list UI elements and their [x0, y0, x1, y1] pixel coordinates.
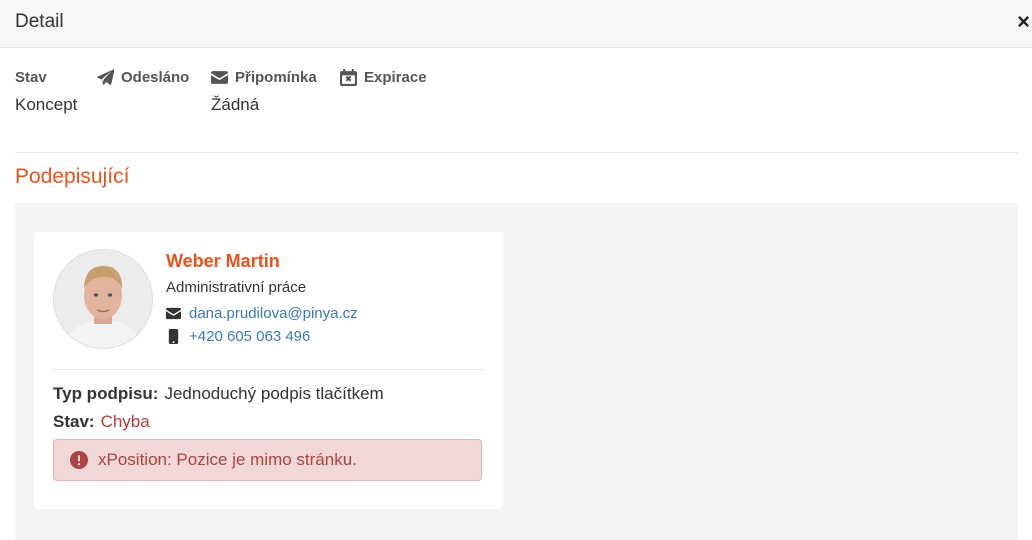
error-alert: xPosition: Pozice je mimo stránku.: [53, 439, 482, 481]
modal-header: Detail ×: [0, 0, 1032, 48]
status-value: Koncept: [15, 95, 78, 114]
reminder-label: Připomínka: [235, 68, 317, 86]
envelope-icon: [166, 307, 181, 320]
sent-label: Odesláno: [121, 68, 190, 86]
signer-phone-row: +420 605 063 496: [166, 328, 310, 345]
divider: [15, 152, 1018, 153]
signature-type-value: Jednoduchý podpis tlačítkem: [164, 384, 384, 403]
avatar: [53, 249, 153, 349]
error-message: xPosition: Pozice je mimo stránku.: [98, 450, 357, 469]
sent-column: Odesláno: [97, 67, 189, 95]
card-divider: [53, 369, 484, 370]
paper-plane-icon: [97, 68, 114, 85]
signature-type-label: Typ podpisu:: [53, 384, 159, 403]
calendar-x-icon: [340, 68, 357, 86]
signer-status-label: Stav:: [53, 412, 95, 431]
envelope-icon: [211, 70, 228, 84]
status-column: Stav Koncept: [15, 67, 77, 115]
signer-status-value: Chyba: [100, 412, 150, 431]
signature-type-row: Typ podpisu: Jednoduchý podpis tlačítkem: [53, 384, 384, 404]
signer-name[interactable]: Weber Martin: [166, 251, 280, 272]
signer-phone-link[interactable]: +420 605 063 496: [189, 328, 310, 345]
avatar-image: [54, 250, 152, 348]
signer-email-row: dana.prudilova@pinya.cz: [166, 305, 358, 322]
reminder-column: Připomínka Žádná: [211, 67, 317, 115]
signer-card: Weber Martin Administrativní práce dana.…: [34, 232, 503, 509]
expiration-label: Expirace: [364, 68, 427, 86]
signer-email-link[interactable]: dana.prudilova@pinya.cz: [189, 305, 358, 322]
signers-panel: Weber Martin Administrativní práce dana.…: [15, 203, 1018, 540]
exclamation-circle-icon: [70, 451, 88, 469]
reminder-value: Žádná: [211, 95, 260, 114]
signer-role: Administrativní práce: [166, 279, 307, 296]
signer-status-row: Stav: Chyba: [53, 412, 150, 432]
modal-title: Detail: [15, 11, 64, 32]
expiration-column: Expirace: [340, 67, 427, 95]
mobile-phone-icon: [168, 329, 179, 344]
status-label: Stav: [15, 68, 47, 86]
signers-title: Podepisující: [15, 165, 130, 188]
close-icon[interactable]: ×: [1017, 10, 1030, 34]
document-info: Stav Koncept Odesláno Připomínka Žádná E…: [15, 67, 1018, 123]
